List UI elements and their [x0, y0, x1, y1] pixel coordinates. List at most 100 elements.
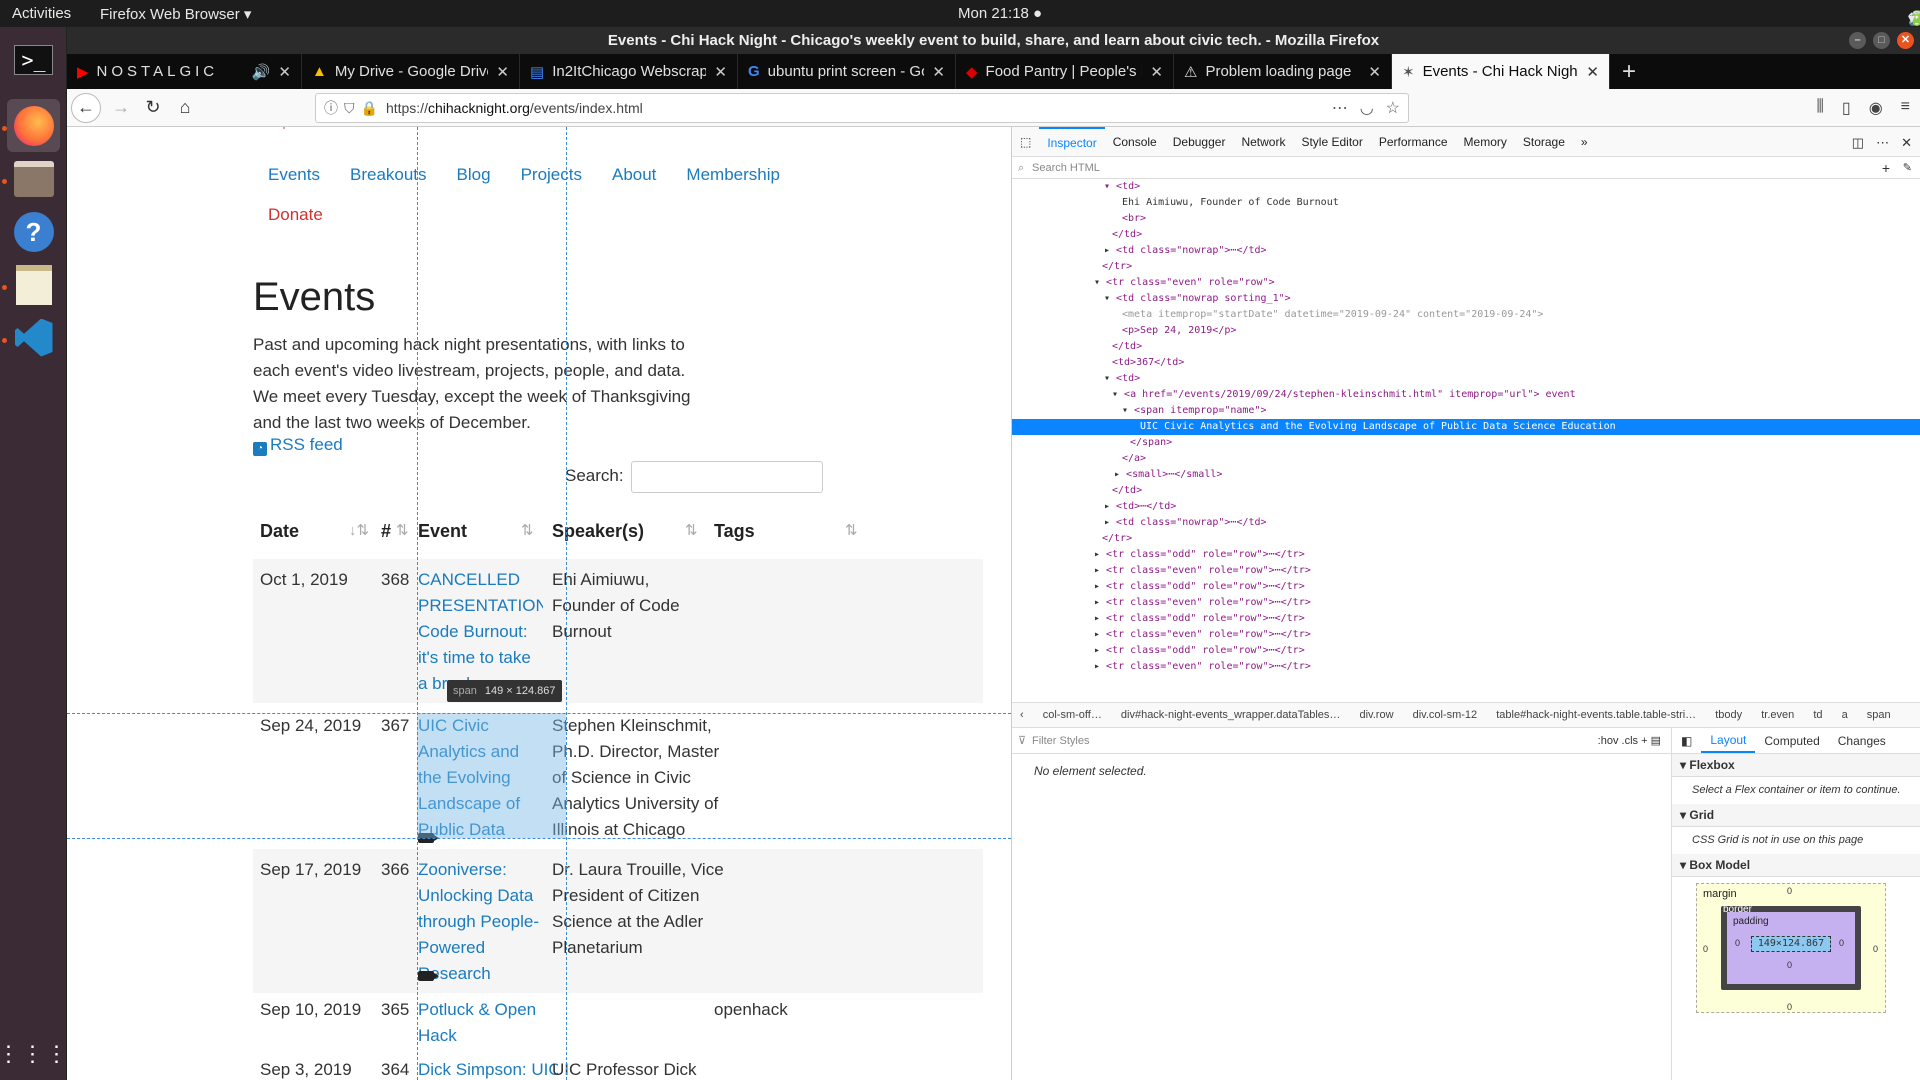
tab-performance[interactable]: Performance: [1371, 127, 1456, 157]
tab-console[interactable]: Console: [1105, 127, 1165, 157]
breadcrumb-prev-icon[interactable]: ‹: [1020, 709, 1024, 721]
files-icon[interactable]: [7, 152, 60, 205]
close-tab-icon[interactable]: ✕: [1368, 63, 1381, 81]
nav-blog[interactable]: Blog: [457, 165, 491, 185]
show-applications-icon[interactable]: ⋮⋮⋮: [0, 1027, 68, 1080]
clock[interactable]: Mon 21:18 ●: [958, 5, 1042, 22]
tab-nostalgic[interactable]: ▶ NOSTALGIC 🔊 ✕: [67, 54, 302, 89]
maximize-button[interactable]: □: [1873, 32, 1890, 49]
close-tab-icon[interactable]: ✕: [932, 63, 945, 81]
bookmark-star-icon[interactable]: ☆: [1386, 98, 1400, 118]
video-camera-icon[interactable]: [418, 971, 439, 981]
close-tab-icon[interactable]: ✕: [714, 63, 727, 81]
box-model-section[interactable]: ▾ Box Model: [1672, 854, 1920, 877]
close-tab-icon[interactable]: ✕: [496, 63, 509, 81]
nav-breakouts[interactable]: Breakouts: [350, 165, 427, 185]
sort-icon[interactable]: ⇅: [685, 521, 698, 539]
sort-icon[interactable]: ⇅: [521, 521, 534, 539]
col-number[interactable]: #: [381, 521, 391, 542]
page-actions-icon[interactable]: ⋯: [1332, 98, 1348, 118]
eyedropper-icon[interactable]: ✎: [1903, 157, 1912, 179]
reload-button[interactable]: ↻: [137, 92, 169, 124]
search-html-input[interactable]: ⌕ Search HTML + ✎: [1012, 157, 1920, 179]
app-menu[interactable]: Firefox Web Browser ▾: [100, 5, 251, 23]
nav-membership[interactable]: Membership: [686, 165, 780, 185]
new-tab-button[interactable]: +: [1610, 54, 1648, 89]
tab-food-pantry[interactable]: ◆ Food Pantry | People's R ✕: [956, 54, 1174, 89]
grid-section[interactable]: ▾ Grid: [1672, 804, 1920, 827]
dock-side-icon[interactable]: ◫: [1852, 135, 1864, 151]
nav-events[interactable]: Events: [268, 165, 320, 185]
forward-button[interactable]: →: [105, 92, 137, 124]
cls-toggle[interactable]: .cls: [1622, 735, 1639, 747]
tab-changes[interactable]: Changes: [1829, 734, 1895, 748]
sort-icon[interactable]: ⇅: [845, 521, 858, 539]
system-menu-icon[interactable]: ▾: [1908, 10, 1915, 27]
tab-style-editor[interactable]: Style Editor: [1293, 127, 1370, 157]
search-input[interactable]: [631, 461, 823, 493]
back-button[interactable]: ←: [71, 92, 101, 123]
library-icon[interactable]: ⫼: [1817, 98, 1824, 118]
event-link[interactable]: Zooniverse: Unlocking Data through Peopl…: [418, 857, 548, 987]
nav-about[interactable]: About: [612, 165, 656, 185]
selected-node[interactable]: UIC Civic Analytics and the Evolving Lan…: [1012, 419, 1920, 435]
tab-problem-loading[interactable]: ⚠ Problem loading page ✕: [1174, 54, 1392, 89]
info-icon[interactable]: ⓘ: [324, 98, 338, 118]
more-tabs-icon[interactable]: »: [1573, 127, 1596, 157]
flexbox-section[interactable]: ▾ Flexbox: [1672, 754, 1920, 777]
event-link[interactable]: CANCELLED PRESENTATION: Code Burnout: it…: [418, 567, 543, 697]
col-event[interactable]: Event: [418, 521, 467, 542]
tab-webscrape-doc[interactable]: ▤ In2ItChicago Webscrape ✕: [520, 54, 738, 89]
tab-storage[interactable]: Storage: [1515, 127, 1573, 157]
home-button[interactable]: ⌂: [169, 92, 201, 124]
print-media-icon[interactable]: ▤: [1651, 735, 1661, 747]
close-button[interactable]: ✕: [1897, 32, 1914, 49]
text-editor-icon[interactable]: [7, 258, 60, 311]
menu-icon[interactable]: ≡: [1901, 98, 1910, 118]
content-size[interactable]: 149×124.867: [1751, 936, 1831, 952]
add-node-icon[interactable]: +: [1882, 157, 1890, 179]
vscode-icon[interactable]: [7, 311, 60, 364]
close-devtools-icon[interactable]: ✕: [1901, 135, 1912, 151]
minimize-button[interactable]: –: [1849, 32, 1866, 49]
element-picker-icon[interactable]: ⬚: [1012, 127, 1039, 157]
add-rule-icon[interactable]: +: [1641, 735, 1647, 747]
hov-toggle[interactable]: :hov: [1598, 735, 1619, 747]
close-tab-icon[interactable]: ✕: [278, 63, 291, 81]
help-app-icon[interactable]: ?: [7, 205, 60, 258]
sidebar-icon[interactable]: ▯: [1842, 98, 1851, 118]
tab-memory[interactable]: Memory: [1456, 127, 1515, 157]
event-link[interactable]: Dick Simpson: UIC: [418, 1057, 558, 1080]
pocket-icon[interactable]: ◡: [1360, 98, 1374, 118]
audio-icon[interactable]: 🔊: [252, 63, 271, 81]
devtools-menu-icon[interactable]: ⋯: [1876, 135, 1889, 151]
tag-label[interactable]: openhack: [714, 997, 788, 1023]
col-date[interactable]: Date: [260, 521, 299, 542]
terminal-icon[interactable]: >_: [7, 33, 60, 86]
firefox-icon[interactable]: [7, 99, 60, 152]
tab-debugger[interactable]: Debugger: [1165, 127, 1234, 157]
toggle-sidebar-icon[interactable]: ◧: [1672, 734, 1701, 748]
col-tags[interactable]: Tags: [714, 521, 755, 542]
close-tab-icon[interactable]: ✕: [1586, 63, 1599, 81]
tab-inspector[interactable]: Inspector: [1039, 126, 1105, 157]
rss-link[interactable]: ◔ RSS feed: [253, 435, 343, 456]
tab-google-drive[interactable]: ▲ My Drive - Google Drive ✕: [302, 54, 520, 89]
activities-button[interactable]: Activities: [12, 5, 71, 22]
tab-computed[interactable]: Computed: [1755, 734, 1828, 748]
event-link[interactable]: Potluck & Open Hack: [418, 997, 543, 1049]
tracking-shield-icon[interactable]: ⛉: [344, 100, 355, 117]
lock-icon[interactable]: 🔒: [361, 100, 378, 117]
filter-styles-input[interactable]: ⊽ Filter Styles :hov .cls + ▤: [1012, 728, 1671, 754]
account-icon[interactable]: ◉: [1869, 98, 1883, 118]
sort-desc-icon[interactable]: ↓⇅: [349, 521, 369, 539]
close-tab-icon[interactable]: ✕: [1150, 63, 1163, 81]
nav-projects[interactable]: Projects: [521, 165, 582, 185]
tab-layout[interactable]: Layout: [1701, 729, 1756, 753]
tab-chi-hack-night[interactable]: ✶ Events - Chi Hack Night - ✕: [1392, 54, 1610, 89]
tab-google-search[interactable]: G ubuntu print screen - Go ✕: [738, 54, 956, 89]
url-bar[interactable]: ⓘ ⛉ 🔒 https://chihacknight.org/events/in…: [315, 93, 1409, 123]
url-text[interactable]: https://chihacknight.org/events/index.ht…: [386, 100, 643, 116]
tab-network[interactable]: Network: [1233, 127, 1293, 157]
sort-icon[interactable]: ⇅: [396, 521, 409, 539]
